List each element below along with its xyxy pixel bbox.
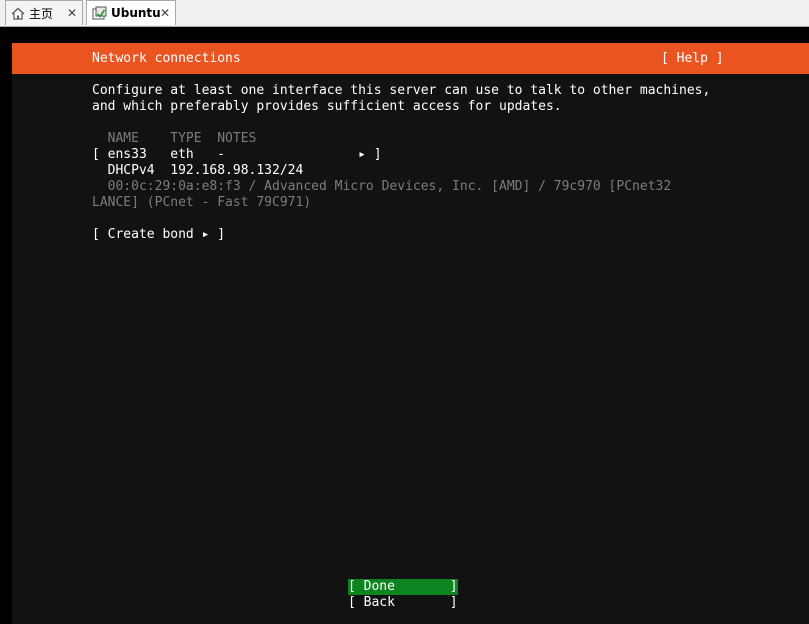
create-bond-button[interactable]: [ Create bond ▸ ] — [92, 227, 225, 243]
home-icon — [11, 7, 25, 20]
tab-ubuntu[interactable]: Ubuntu ✕ — [86, 0, 176, 25]
dhcp-address-row: DHCPv4 192.168.98.132/24 — [92, 163, 304, 178]
done-button[interactable]: [ Done ] — [348, 579, 458, 595]
interface-row-ens33[interactable]: [ ens33 eth - ▸ ] — [92, 147, 382, 163]
close-icon[interactable]: ✕ — [160, 6, 170, 20]
tab-home-label: 主页 — [29, 6, 54, 21]
vm-icon — [92, 6, 107, 20]
device-info-line-1: 00:0c:29:0a:e8:f3 / Advanced Micro Devic… — [92, 179, 672, 194]
page-title: Network connections — [92, 51, 241, 66]
installer-header: Network connections [ Help ] — [12, 43, 809, 74]
close-icon[interactable]: ✕ — [67, 6, 77, 20]
table-header: NAME TYPE NOTES — [92, 131, 257, 146]
tab-ubuntu-label: Ubuntu — [111, 6, 161, 20]
vm-display[interactable]: Network connections [ Help ] Configure a… — [0, 27, 809, 624]
device-info-line-2: LANCE] (PCnet - Fast 79C971) — [92, 195, 312, 210]
tab-bar: 主页 ✕ Ubuntu ✕ — [0, 0, 809, 27]
description-line-1: Configure at least one interface this se… — [92, 83, 711, 98]
help-button[interactable]: [ Help ] — [661, 51, 724, 67]
tab-home[interactable]: 主页 ✕ — [5, 0, 83, 25]
back-button[interactable]: [ Back ] — [348, 595, 458, 611]
installer-console: Network connections [ Help ] Configure a… — [12, 43, 809, 624]
description-line-2: and which preferably provides sufficient… — [92, 99, 562, 114]
